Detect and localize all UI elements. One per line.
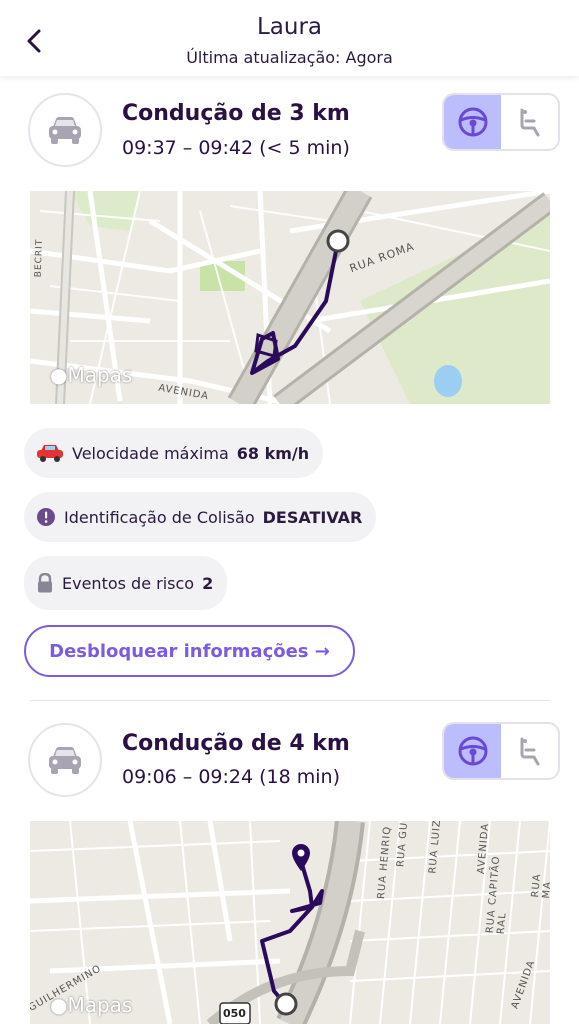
trip-title: Condução de 4 km — [122, 731, 350, 756]
trip-car-badge — [28, 723, 102, 797]
collision-value: DESATIVAR — [262, 507, 363, 527]
passenger-toggle-button[interactable] — [501, 724, 558, 778]
map-street-label: RUA MA — [530, 873, 550, 899]
unlock-info-button[interactable]: Desbloquear informações → — [24, 625, 355, 677]
trip-time: 09:37 – 09:42 (< 5 min) — [122, 137, 350, 159]
lock-icon — [36, 573, 54, 593]
speed-value: 68 km/h — [236, 443, 310, 463]
red-car-emoji-icon — [36, 443, 64, 463]
risk-value: 2 — [202, 573, 214, 593]
header: Laura Última atualização: Agora — [0, 0, 579, 76]
trip-time: 09:06 – 09:24 (18 min) — [122, 766, 340, 788]
apple-icon: ● — [50, 363, 68, 387]
speed-label: Velocidade máxima — [72, 443, 229, 463]
map-street-label: BECRIT — [33, 238, 45, 278]
passenger-toggle-button[interactable] — [501, 95, 558, 149]
trip-title: Condução de 3 km — [122, 101, 350, 126]
trip-divider — [30, 700, 550, 701]
highway-shield: 050 — [223, 1007, 246, 1020]
warning-icon — [36, 507, 56, 527]
max-speed-chip: Velocidade máxima 68 km/h — [24, 428, 324, 478]
trip-car-badge — [28, 93, 102, 167]
trip-map[interactable]: RUA ROMA AVENIDA BECRIT ●Mapas — [30, 191, 550, 404]
driver-passenger-toggle — [442, 93, 560, 151]
steering-wheel-icon — [458, 107, 487, 137]
trip-map[interactable]: RUA HENRIQ RUA GU RUA LUIZ AVENIDA RUA C… — [30, 821, 550, 1024]
risk-events-chip: Eventos de risco 2 — [24, 556, 228, 610]
maps-logo: ●Mapas — [50, 993, 133, 1017]
car-icon — [49, 117, 81, 144]
driver-passenger-toggle — [442, 722, 560, 780]
collision-chip[interactable]: Identificação de Colisão DESATIVAR — [24, 492, 377, 542]
collision-label: Identificação de Colisão — [64, 507, 255, 527]
page-title: Laura — [256, 14, 323, 40]
apple-icon: ● — [50, 993, 68, 1017]
driver-toggle-button[interactable] — [444, 95, 501, 149]
steering-wheel-icon — [458, 736, 487, 766]
driver-toggle-button[interactable] — [444, 724, 501, 778]
passenger-seat-icon — [520, 737, 539, 766]
maps-logo: ●Mapas — [50, 363, 133, 387]
last-update-text: Última atualização: Agora — [186, 48, 393, 67]
car-icon — [49, 747, 81, 774]
risk-label: Eventos de risco — [62, 573, 195, 593]
passenger-seat-icon — [520, 108, 539, 137]
